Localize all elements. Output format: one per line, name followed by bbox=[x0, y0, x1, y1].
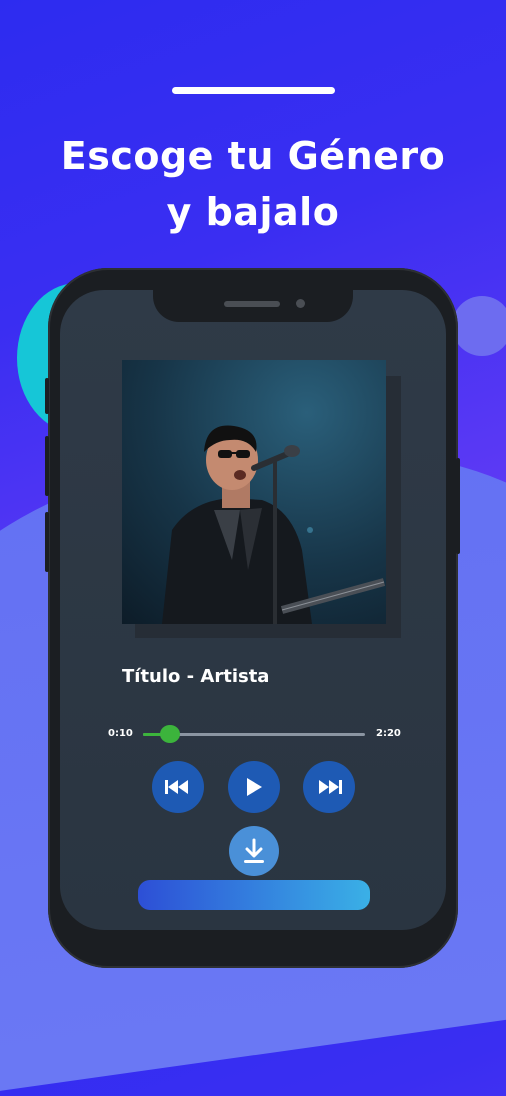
phone-power-button bbox=[456, 458, 460, 554]
singer-illustration bbox=[162, 425, 386, 624]
time-total: 2:20 bbox=[376, 728, 401, 739]
progress-bar[interactable] bbox=[143, 725, 365, 743]
play-icon bbox=[247, 778, 262, 796]
download-icon bbox=[244, 838, 264, 863]
track-title: Título - Artista bbox=[122, 666, 270, 687]
time-elapsed: 0:10 bbox=[108, 728, 133, 739]
phone-side-button bbox=[45, 378, 49, 414]
bottom-action-bar[interactable] bbox=[138, 880, 370, 910]
album-art bbox=[122, 360, 386, 624]
headline-line-2: y bajalo bbox=[166, 190, 340, 234]
play-button[interactable] bbox=[228, 761, 280, 813]
next-button[interactable] bbox=[303, 761, 355, 813]
fast-forward-icon bbox=[319, 780, 342, 794]
progress-knob[interactable] bbox=[159, 725, 180, 743]
headline-line-1: Escoge tu Género bbox=[60, 134, 446, 178]
phone-speaker bbox=[224, 301, 280, 307]
rewind-icon bbox=[165, 780, 188, 794]
decorative-bar bbox=[172, 87, 335, 94]
phone-volume-up-button bbox=[45, 436, 49, 496]
previous-button[interactable] bbox=[152, 761, 204, 813]
headline: Escoge tu Género y bajalo bbox=[0, 128, 506, 240]
decorative-circle-lavender bbox=[452, 296, 506, 356]
phone-camera bbox=[296, 299, 305, 308]
phone-volume-down-button bbox=[45, 512, 49, 572]
download-button[interactable] bbox=[229, 826, 279, 876]
